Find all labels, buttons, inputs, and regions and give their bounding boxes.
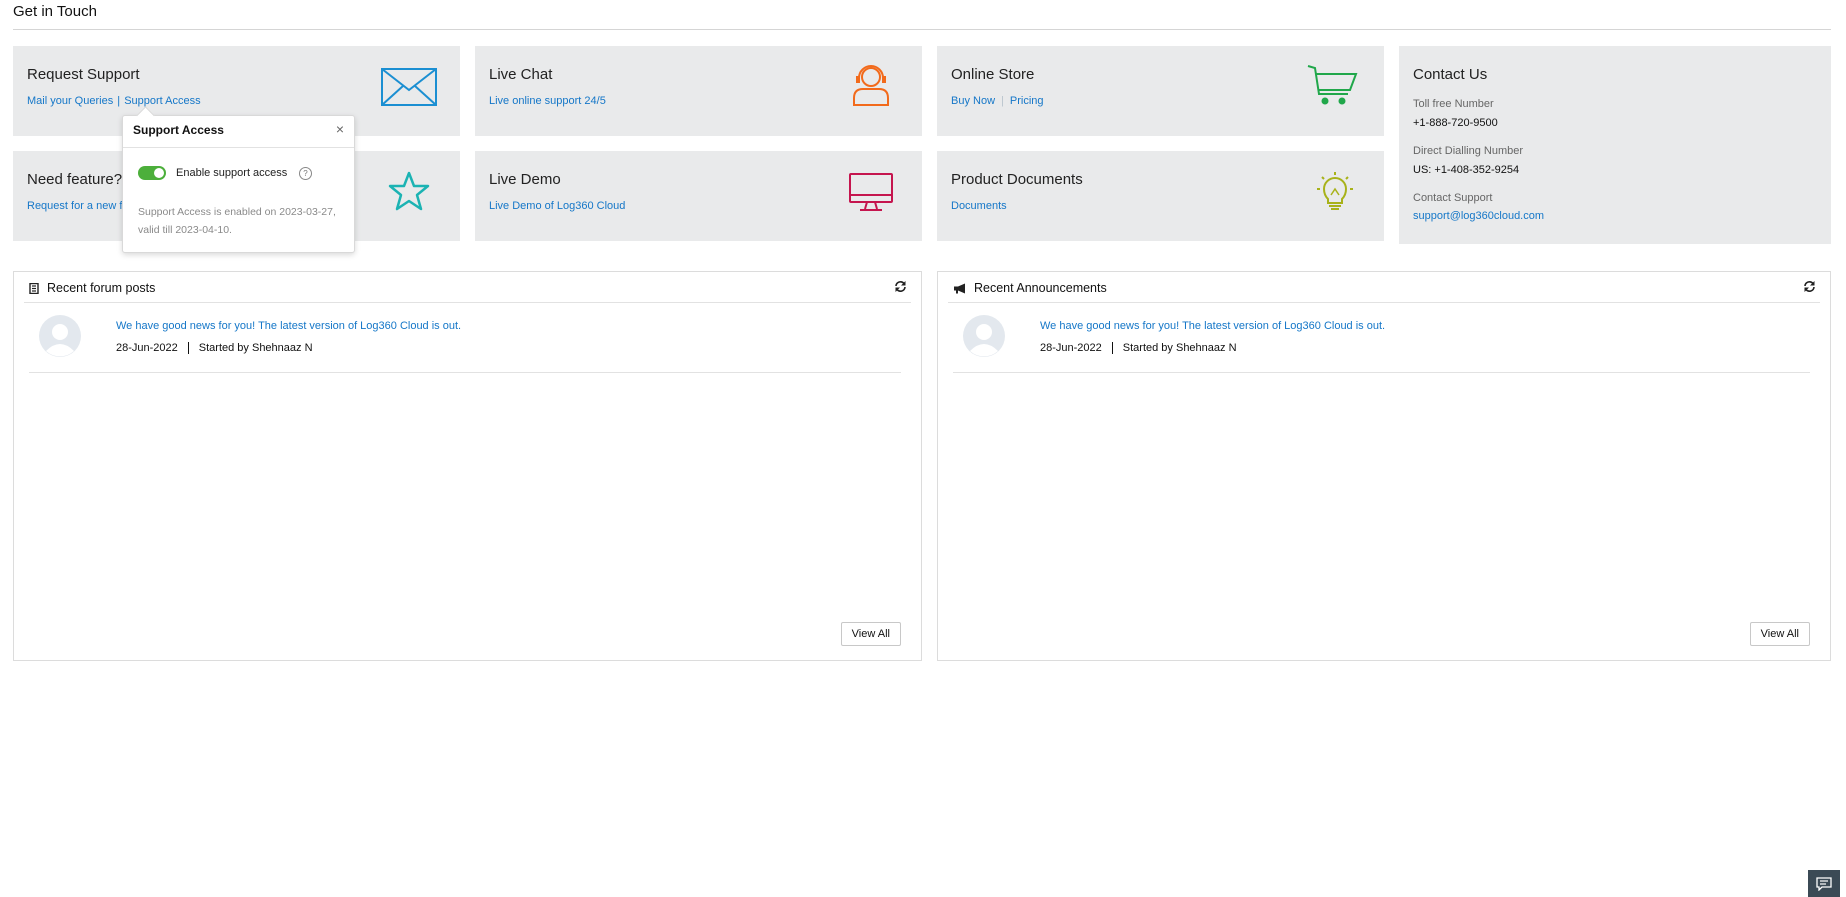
popover-divider: [123, 147, 354, 148]
toll-free-label: Toll free Number: [1413, 98, 1494, 110]
panel-title: Recent Announcements: [974, 281, 1107, 295]
envelope-icon: [381, 68, 437, 106]
pricing-link[interactable]: Pricing: [1010, 95, 1044, 107]
contact-support-label: Contact Support: [1413, 192, 1493, 204]
card-title: Live Chat: [489, 66, 553, 83]
card-online-store: Online Store Buy Now | Pricing: [937, 46, 1384, 136]
card-title: Online Store: [951, 66, 1035, 83]
meta-separator: [1111, 342, 1113, 355]
post-author: Started by Shehnaaz N: [1122, 342, 1237, 354]
lightbulb-icon: [1317, 172, 1353, 210]
panel-divider: [948, 302, 1820, 303]
support-access-note: Support Access is enabled on 2023-03-27,…: [138, 206, 336, 236]
title-divider: [13, 29, 1831, 30]
post-date: 28-Jun-2022: [116, 342, 178, 354]
page-title: Get in Touch: [13, 3, 97, 20]
refresh-icon[interactable]: [1803, 280, 1816, 293]
card-product-documents: Product Documents Documents: [937, 151, 1384, 241]
toggle-knob: [154, 168, 164, 178]
post-title-link[interactable]: We have good news for you! The latest ve…: [116, 320, 461, 332]
close-icon[interactable]: ×: [336, 121, 344, 137]
meta-separator: [187, 342, 189, 355]
card-live-chat: Live Chat Live online support 24/5: [475, 46, 922, 136]
chat-widget-button[interactable]: [1808, 870, 1840, 897]
live-demo-link[interactable]: Live Demo of Log360 Cloud: [489, 200, 625, 212]
toggle-label: Enable support access: [176, 167, 288, 179]
card-live-demo: Live Demo Live Demo of Log360 Cloud: [475, 151, 922, 241]
refresh-icon[interactable]: [894, 280, 907, 293]
list-item: We have good news for you! The latest ve…: [29, 312, 901, 373]
post-title-link[interactable]: We have good news for you! The latest ve…: [1040, 320, 1385, 332]
panel-title: Recent forum posts: [47, 281, 156, 295]
card-links: Buy Now | Pricing: [951, 95, 1044, 107]
card-links: Documents: [951, 200, 1007, 212]
card-contact-us: Contact Us Toll free Number +1-888-720-9…: [1399, 46, 1831, 244]
card-links: Live Demo of Log360 Cloud: [489, 200, 625, 212]
popover-title: Support Access: [133, 123, 224, 137]
list-item: We have good news for you! The latest ve…: [953, 312, 1810, 373]
buy-now-link[interactable]: Buy Now: [951, 95, 995, 107]
post-meta: 28-Jun-2022 Started by Shehnaaz N: [1040, 342, 1237, 355]
link-separator: |: [1001, 95, 1004, 107]
monitor-icon: [849, 173, 893, 211]
direct-dial-number: US: +1-408-352-9254: [1413, 164, 1520, 176]
megaphone-icon: [954, 283, 965, 294]
announcements-panel: Recent Announcements We have good news f…: [937, 271, 1831, 661]
documents-link[interactable]: Documents: [951, 200, 1007, 212]
live-support-link[interactable]: Live online support 24/5: [489, 95, 606, 107]
toll-free-number: +1-888-720-9500: [1413, 117, 1498, 129]
support-access-link[interactable]: Support Access: [124, 95, 200, 107]
card-title: Live Demo: [489, 171, 561, 188]
forum-icon: [29, 283, 39, 295]
help-icon[interactable]: ?: [299, 167, 312, 180]
view-all-button[interactable]: View All: [1749, 622, 1810, 646]
star-icon: [388, 171, 430, 211]
avatar: [39, 315, 81, 357]
chat-bubble-icon: [1816, 876, 1832, 891]
avatar: [963, 315, 1005, 357]
post-meta: 28-Jun-2022 Started by Shehnaaz N: [116, 342, 313, 355]
card-title: Need feature?: [27, 171, 123, 188]
headset-agent-icon: [853, 65, 889, 106]
support-email-link[interactable]: support@log360cloud.com: [1413, 210, 1544, 222]
card-links: Live online support 24/5: [489, 95, 606, 107]
support-access-toggle[interactable]: [138, 166, 166, 180]
support-access-popover: Support Access × Enable support access ?…: [122, 106, 355, 253]
link-separator: |: [117, 95, 121, 107]
post-author: Started by Shehnaaz N: [198, 342, 313, 354]
post-date: 28-Jun-2022: [1040, 342, 1102, 354]
view-all-button[interactable]: View All: [840, 622, 901, 646]
panel-header: Recent Announcements: [953, 281, 1107, 295]
card-title: Product Documents: [951, 171, 1083, 188]
card-links: Mail your Queries | Support Access: [27, 95, 201, 107]
cart-icon: [1307, 65, 1358, 105]
direct-dial-label: Direct Dialling Number: [1413, 145, 1524, 157]
card-title: Request Support: [27, 66, 140, 83]
panel-header: Recent forum posts: [29, 281, 155, 295]
panel-divider: [24, 302, 911, 303]
card-title: Contact Us: [1413, 66, 1488, 83]
mail-queries-link[interactable]: Mail your Queries: [27, 95, 113, 107]
forum-posts-panel: Recent forum posts We have good news for…: [13, 271, 922, 661]
